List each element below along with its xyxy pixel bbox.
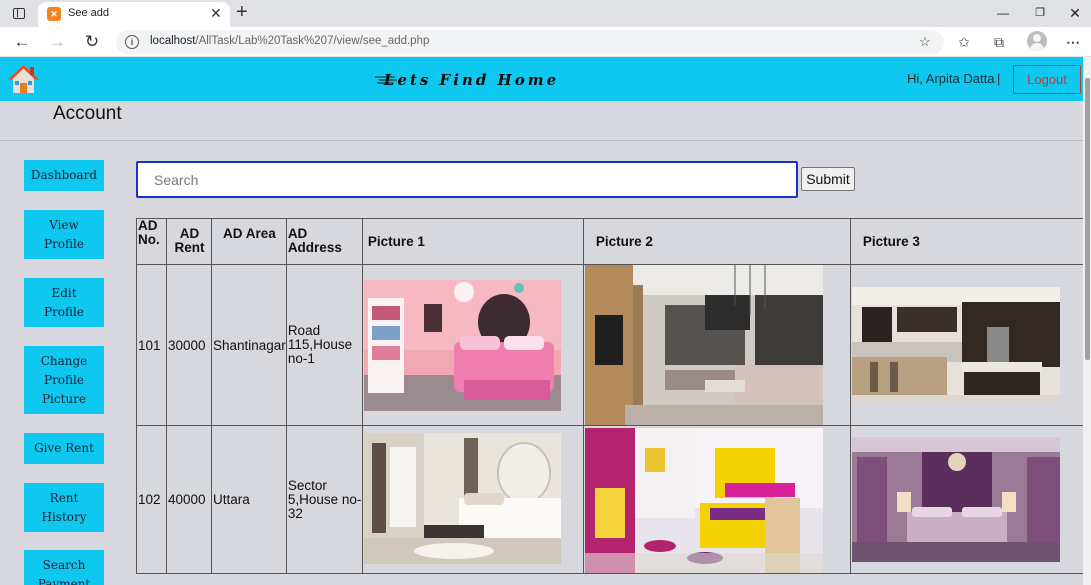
cell-ad-address: Sector 5,House no-32 xyxy=(285,425,363,574)
page-title: Account xyxy=(53,103,122,124)
kitchen-photo xyxy=(851,287,1060,404)
user-greeting: Hi, Arpita Datta xyxy=(907,71,995,86)
browser-tabstrip: ✕ See add ✕ + — ❐ ✕ xyxy=(0,0,1091,27)
sidebar-item-label: Change Profile Picture xyxy=(40,353,88,406)
sidebar-item-give-rent[interactable]: Give Rent xyxy=(24,433,104,464)
sidebar-item-label: Search Payment xyxy=(37,558,91,585)
browser-toolbar: ← → ↻ i localhost/AllTask/Lab%20Task%207… xyxy=(0,27,1091,57)
cell-picture-2 xyxy=(582,264,851,426)
purple-bedroom-photo xyxy=(851,437,1060,562)
cell-ad-area: Uttara xyxy=(211,425,287,574)
sidebar-item-label: Rent History xyxy=(41,490,87,524)
cell-ad-no: 102 xyxy=(136,425,167,574)
sidebar-item-rent-history[interactable]: Rent History xyxy=(24,483,104,532)
restore-icon[interactable]: ❐ xyxy=(1029,4,1051,22)
brand-title[interactable]: Lets Find Home xyxy=(375,71,568,89)
info-icon[interactable]: i xyxy=(125,35,139,49)
cell-picture-1 xyxy=(361,264,584,426)
sidebar-item-label: Dashboard xyxy=(30,168,98,182)
reload-icon[interactable]: ↻ xyxy=(82,32,102,52)
url-text: localhost/AllTask/Lab%20Task%207/view/se… xyxy=(150,35,429,47)
sidebar-item-dashboard[interactable]: Dashboard xyxy=(24,160,104,191)
cell-picture-2 xyxy=(582,425,851,574)
header-ad-rent: AD Rent xyxy=(166,218,212,265)
header-ad-address: AD Address xyxy=(285,218,363,265)
header-ad-no: AD No. xyxy=(136,218,167,265)
xampp-favicon-icon: ✕ xyxy=(47,7,61,21)
cell-picture-3 xyxy=(849,264,1085,426)
header-picture-1: Picture 1 xyxy=(361,218,584,265)
cell-ad-address: Road 115,House no-1 xyxy=(285,264,363,426)
sidebar-item-view-profile[interactable]: View Profile xyxy=(24,210,104,259)
address-bar[interactable]: i localhost/AllTask/Lab%20Task%207/view/… xyxy=(116,30,944,54)
header-picture-3: Picture 3 xyxy=(849,218,1085,265)
tab-title: See add xyxy=(68,7,109,19)
window-close-icon[interactable]: ✕ xyxy=(1064,4,1086,22)
sidebar-item-label: Edit Profile xyxy=(44,285,84,319)
logout-button[interactable]: Logout xyxy=(1013,65,1081,94)
account-bar: Account xyxy=(0,101,1083,141)
profile-avatar[interactable] xyxy=(1027,31,1047,51)
table-row: 101 30000 Shantinagar Road 115,House no-… xyxy=(136,264,1085,426)
cell-ad-rent: 30000 xyxy=(166,264,212,426)
header-ad-area: AD Area xyxy=(211,218,287,265)
tab-actions-button[interactable] xyxy=(8,4,30,22)
pink-bedroom-photo xyxy=(363,280,561,411)
page-scrollbar-thumb[interactable] xyxy=(1085,78,1090,360)
sidebar-item-label: View Profile xyxy=(44,217,84,251)
cell-ad-rent: 40000 xyxy=(166,425,212,574)
sidebar-item-edit-profile[interactable]: Edit Profile xyxy=(24,278,104,327)
header-picture-2: Picture 2 xyxy=(582,218,851,265)
site-header: Lets Find Home Hi, Arpita Datta | Logout xyxy=(0,57,1083,101)
submit-button[interactable]: Submit xyxy=(801,167,855,191)
living-room-photo xyxy=(584,265,823,425)
collections-icon[interactable]: ⧉ xyxy=(989,32,1009,52)
forward-icon[interactable]: → xyxy=(47,32,67,52)
cell-ad-no: 101 xyxy=(136,264,167,426)
new-tab-icon[interactable]: + xyxy=(236,2,248,22)
white-bedroom-photo xyxy=(363,433,561,564)
home-logo-icon[interactable] xyxy=(8,64,39,94)
cell-picture-3 xyxy=(849,425,1085,574)
search-input[interactable] xyxy=(136,161,798,198)
kids-bunk-bedroom-photo xyxy=(584,428,823,573)
header-separator: | xyxy=(997,71,1001,86)
sidebar-item-search-payment[interactable]: Search Payment xyxy=(24,550,104,585)
tab-close-icon[interactable]: ✕ xyxy=(210,5,222,21)
table-header-row: AD No. AD Rent AD Area AD Address Pictur… xyxy=(136,218,1085,265)
favorites-icon[interactable]: ✩ xyxy=(954,32,974,52)
url-host: localhost xyxy=(150,35,196,47)
tab-actions-icon xyxy=(13,8,25,19)
table-row: 102 40000 Uttara Sector 5,House no-32 xyxy=(136,425,1085,574)
minimize-icon[interactable]: — xyxy=(992,4,1014,22)
sidebar-item-change-profile-picture[interactable]: Change Profile Picture xyxy=(24,346,104,414)
add-favorite-icon[interactable]: ☆ xyxy=(919,34,931,50)
sidebar-item-label: Give Rent xyxy=(34,441,94,455)
cell-ad-area: Shantinagar xyxy=(211,264,287,426)
url-path: /AllTask/Lab%20Task%207/view/see_add.php xyxy=(195,35,430,47)
more-menu-icon[interactable]: ⋯ xyxy=(1063,32,1083,52)
ads-table: AD No. AD Rent AD Area AD Address Pictur… xyxy=(136,218,1085,574)
cell-picture-1 xyxy=(361,425,584,574)
browser-tab[interactable]: ✕ See add ✕ xyxy=(38,2,230,27)
back-icon[interactable]: ← xyxy=(12,32,32,52)
